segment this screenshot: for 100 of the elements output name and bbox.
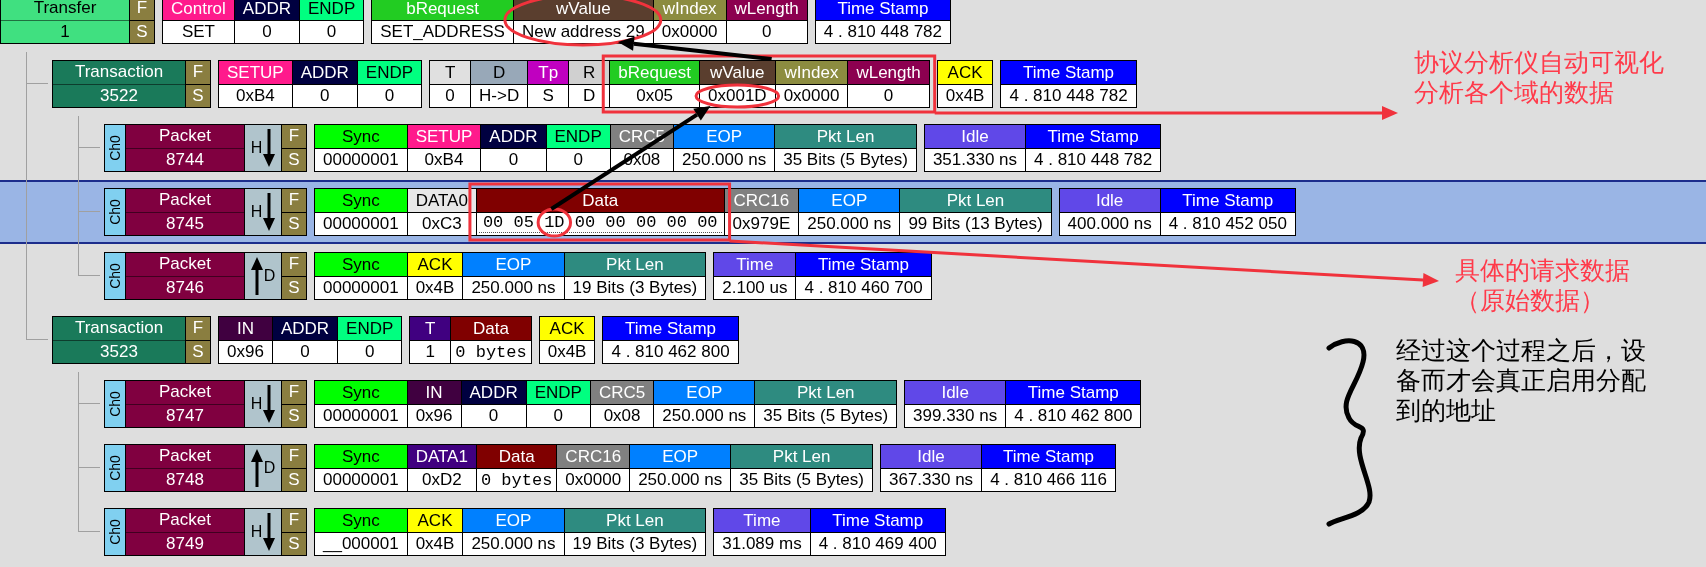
annotation-text: 具体的请求数据 （原始数据） [1455,256,1630,316]
tree-connector [78,244,100,276]
field-label: Pkt Len [775,125,916,149]
flag-label: F [282,125,306,149]
row-number: 8746 [126,276,244,299]
field-label: Pkt Len [900,189,1051,213]
tree-connector [78,372,100,404]
row-type-label: Packet [126,381,244,405]
field-label: Time Stamp [1026,125,1161,149]
field-label: SETUP [407,125,481,149]
field-label: ACK [407,253,463,277]
field-label: Time Stamp [603,317,738,341]
row-type-label: Packet [126,125,244,149]
channel-label: Ch0 [107,135,123,161]
field-label: ACK [937,61,993,85]
field-label: Sync [315,125,407,149]
direction-label: H [250,523,263,541]
field-label: ADDR [272,317,338,341]
field-label: Pkt Len [564,509,706,533]
tree-connector [78,116,100,148]
field-label: wIndex [775,61,848,85]
field-label: Time [714,253,796,277]
flag-label: F [282,253,306,277]
flag-label: S [287,468,301,491]
flag-label: S [287,212,301,235]
trace-row[interactable]: Transaction 3523 F S IN 0x96 ADDR 0 ENDP 0 T 1 Data 0 bytes ACK 0x4B Time Stamp 4 . 810 462 800 [52,308,739,372]
direction-label: H [250,203,263,221]
field-label: Data [451,317,531,341]
flag-label: S [287,532,301,555]
field-label: DATA0 [407,189,476,213]
field-label: EOP [799,189,900,213]
field-label: ACK [407,509,463,533]
field-label: Data [476,189,724,213]
field-label: ENDP [526,381,590,405]
field-label: ENDP [338,317,402,341]
field-label: ACK [539,317,595,341]
row-type-label: Packet [126,189,244,213]
field-label: EOP [674,125,775,149]
field-label: R [569,61,610,85]
field-label: Idle [905,381,1006,405]
field-label: Pkt Len [564,253,706,277]
field-label: EOP [463,509,564,533]
tree-connector [78,436,100,468]
trace-row[interactable]: Ch0 Packet 8747 H F S Sync 00000001 IN 0x96 ADDR 0 ENDP 0 CRC5 0x08 EOP 250.000 ns Pkt Len 35 Bits (5 Bytes) Idle 399.330 ns Time Stamp 4 . 810 462 800 [104,372,1142,436]
field-label: Time Stamp [815,0,950,21]
flag-label: S [191,340,205,363]
direction-label: D [263,267,276,285]
flag-label: F [186,61,210,85]
field-label: Sync [315,509,407,533]
flag-label: S [287,148,301,171]
field-label: Data [476,445,557,469]
tree-connector [26,52,48,84]
row-type-label: Packet [126,509,244,533]
field-label: ENDP [300,0,364,21]
row-number: 3523 [53,340,185,363]
field-label: DATA1 [407,445,476,469]
field-label: Tp [528,61,569,85]
flag-label: S [287,404,301,427]
trace-row[interactable]: Ch0 Packet 8749 H F S Sync __000001 ACK 0x4B EOP 250.000 ns Pkt Len 19 Bits (3 Bytes) Time 31.089 ms Time Stamp 4 . 810 469 400 [104,500,946,564]
field-label: EOP [463,253,564,277]
field-label: CRC16 [557,445,630,469]
field-label: EOP [630,445,731,469]
direction-label: D [263,459,276,477]
row-number: 8749 [126,532,244,555]
row-number: 8745 [126,212,244,235]
row-type-label: Transaction [53,61,185,85]
flag-label: F [186,317,210,341]
flag-label: F [130,0,154,21]
field-label: ENDP [357,61,422,85]
field-label: wValue [700,61,775,85]
field-label: wValue [513,0,653,21]
direction-label: H [250,395,263,413]
flag-label: F [282,189,306,213]
field-label: SETUP [219,61,292,85]
field-label: IN [219,317,272,341]
field-label: Time Stamp [810,509,945,533]
tree-connector [78,500,100,532]
channel-label: Ch0 [107,263,123,289]
field-label: Time Stamp [1160,189,1295,213]
field-label: ADDR [292,61,357,85]
hex-bytes: 00 05 1D 00 00 00 00 00 [478,213,722,233]
field-label: T [430,61,471,85]
direction-label: H [250,139,263,157]
field-label: Time [714,509,810,533]
tree-connector [26,308,48,340]
flag-label: S [191,84,205,107]
field-label: Idle [1059,189,1160,213]
row-number: 8747 [126,404,244,427]
flag-label: F [282,381,306,405]
field-label: Idle [881,445,982,469]
field-label: ADDR [481,125,546,149]
flag-label: S [135,20,149,43]
field-label: T [410,317,451,341]
row-number: 8744 [126,148,244,171]
row-type-label: Packet [126,445,244,469]
annotation-text: 协议分析仪自动可视化 分析各个域的数据 [1414,48,1664,108]
trace-row[interactable]: Transaction 3522 F S SETUP 0xB4 ADDR 0 ENDP 0 T 0 D H->D Tp S R D bRequest 0x05 wValue 0x001D wIndex 0x0000 wLength 0 ACK 0x4B Time Stamp 4 . 810 448 782 [52,52,1137,116]
trace-row[interactable]: Ch0 Packet 8745 H F S Sync 00000001 DATA0 0xC3 Data 00 05 1D 00 00 00 00 00 CRC16 0x979E EOP 250.000 ns Pkt Len 99 Bits (13 Bytes) Idle 400.000 ns Time Stamp 4 . 810 452 050 [104,180,1296,244]
field-label: wLength [726,0,807,21]
field-label: ENDP [546,125,610,149]
